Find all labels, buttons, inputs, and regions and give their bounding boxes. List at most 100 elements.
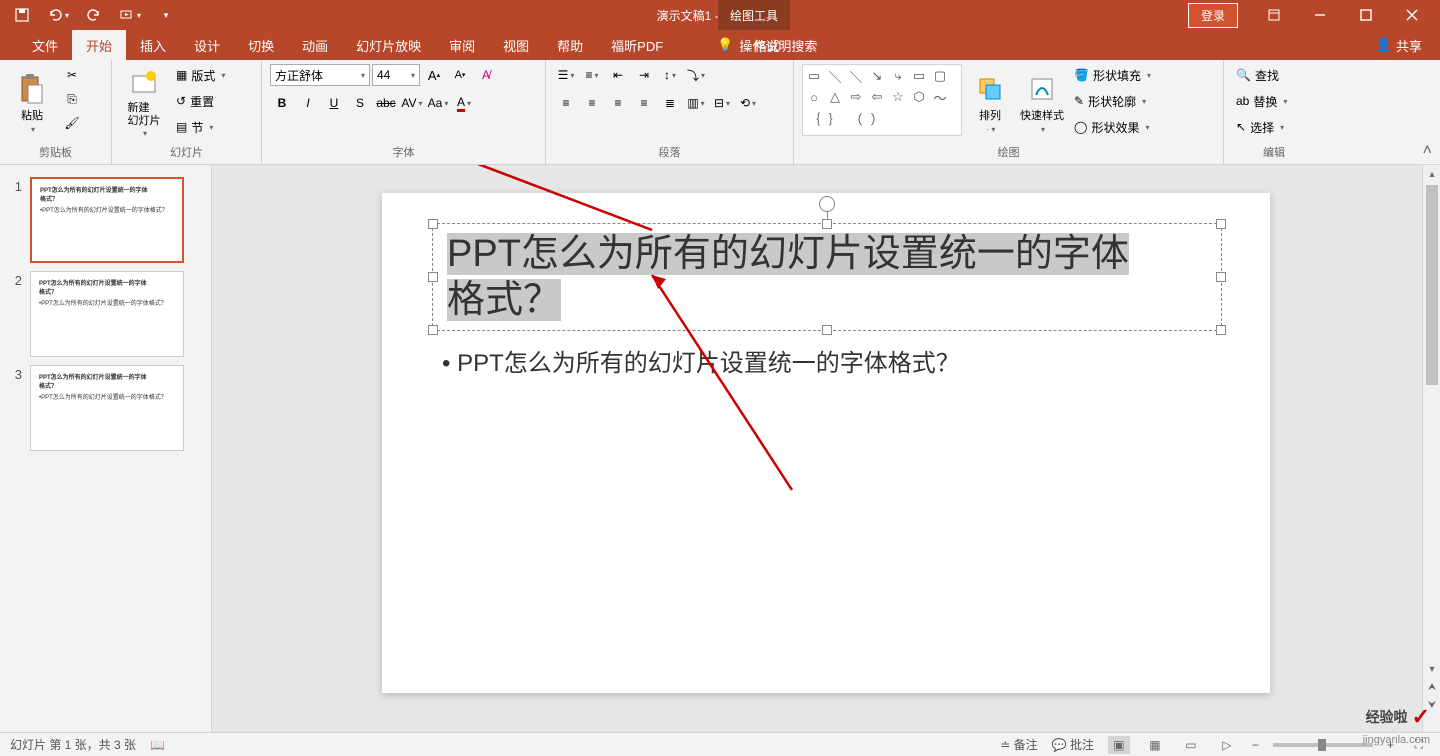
shape-line-icon[interactable]: ＼ <box>826 67 844 85</box>
start-from-beginning-icon[interactable]: ▾ <box>118 3 142 27</box>
new-slide-button[interactable]: 新建 幻灯片 ▾ <box>120 64 168 142</box>
italic-icon[interactable]: I <box>296 92 320 114</box>
thumb-row-3[interactable]: 3 PPT怎么为所有的幻灯片设置统一的字体格式？ •PPT怎么为所有的幻灯片设置… <box>0 361 211 455</box>
sorter-view-icon[interactable]: ▦ <box>1144 736 1166 754</box>
shape-connector-icon[interactable]: ⤷ <box>889 67 907 85</box>
shape-arrow3-icon[interactable]: ⇦ <box>868 88 886 106</box>
change-case-icon[interactable]: Aa▾ <box>426 92 450 114</box>
thumb-row-2[interactable]: 2 PPT怎么为所有的幻灯片设置统一的字体格式？ •PPT怎么为所有的幻灯片设置… <box>0 267 211 361</box>
distribute-icon[interactable]: ≣ <box>658 92 682 114</box>
tab-file[interactable]: 文件 <box>18 30 72 60</box>
tab-review[interactable]: 审阅 <box>435 30 489 60</box>
char-spacing-icon[interactable]: AV▾ <box>400 92 424 114</box>
text-direction-icon[interactable]: ⤵▾ <box>684 64 708 86</box>
resize-handle[interactable] <box>1216 219 1226 229</box>
font-name-combo[interactable]: 方正舒体▾ <box>270 64 370 86</box>
maximize-icon[interactable] <box>1346 3 1386 27</box>
tab-slideshow[interactable]: 幻灯片放映 <box>342 30 435 60</box>
replace-button[interactable]: ab替换▾ <box>1232 90 1291 112</box>
resize-handle[interactable] <box>428 325 438 335</box>
decrease-font-icon[interactable]: A▾ <box>448 64 472 86</box>
slide-thumbnail[interactable]: PPT怎么为所有的幻灯片设置统一的字体格式？ •PPT怎么为所有的幻灯片设置统一… <box>30 365 184 451</box>
scroll-up-icon[interactable]: ▴ <box>1423 165 1440 183</box>
shape-rect-icon[interactable]: ▭ <box>910 67 928 85</box>
normal-view-icon[interactable]: ▣ <box>1108 736 1130 754</box>
resize-handle[interactable] <box>822 325 832 335</box>
slide-thumbnail-panel[interactable]: 1 PPT怎么为所有的幻灯片设置统一的字体格式？ •PPT怎么为所有的幻灯片设置… <box>0 165 212 732</box>
slide-counter[interactable]: 幻灯片 第 1 张，共 3 张 <box>10 736 136 753</box>
align-right-icon[interactable]: ≡ <box>606 92 630 114</box>
find-button[interactable]: 🔍查找 <box>1232 64 1291 86</box>
thumb-row-1[interactable]: 1 PPT怎么为所有的幻灯片设置统一的字体格式？ •PPT怎么为所有的幻灯片设置… <box>0 173 211 267</box>
cut-icon[interactable]: ✂ <box>60 64 84 86</box>
shape-effects-button[interactable]: ◯形状效果▾ <box>1070 116 1155 138</box>
ribbon-display-options-icon[interactable] <box>1254 3 1294 27</box>
save-icon[interactable] <box>10 3 34 27</box>
font-color-icon[interactable]: A▾ <box>452 92 476 114</box>
title-text[interactable]: PPT怎么为所有的幻灯片设置统一的字体 格式？ <box>433 224 1221 331</box>
close-icon[interactable] <box>1392 3 1432 27</box>
vertical-scrollbar[interactable]: ▴ ▾ ⮝ ⮟ <box>1422 165 1440 732</box>
justify-icon[interactable]: ≡ <box>632 92 656 114</box>
tab-design[interactable]: 设计 <box>180 30 234 60</box>
shape-fill-button[interactable]: 🪣形状填充▾ <box>1070 64 1155 86</box>
slide-editor[interactable]: PPT怎么为所有的幻灯片设置统一的字体 格式？ • PPT怎么为所有的幻灯片设置… <box>212 165 1440 732</box>
collapse-ribbon-icon[interactable]: ˄ <box>1423 142 1432 160</box>
smartart-convert-icon[interactable]: ⟲▾ <box>736 92 760 114</box>
tab-animations[interactable]: 动画 <box>288 30 342 60</box>
numbering-icon[interactable]: ≡▾ <box>580 64 604 86</box>
slide-thumbnail[interactable]: PPT怎么为所有的幻灯片设置统一的字体格式？ •PPT怎么为所有的幻灯片设置统一… <box>30 177 184 263</box>
copy-icon[interactable]: ⎘ <box>60 88 84 110</box>
strikethrough-icon[interactable]: abc <box>374 92 398 114</box>
shape-gallery[interactable]: ▭ ＼ ＼ ↘ ⤷ ▭ ▢ ○ △ ⇨ ⇦ ☆ ⬡ 〜 ｛ ｝ （ ） <box>802 64 962 136</box>
reading-view-icon[interactable]: ▭ <box>1180 736 1202 754</box>
reset-button[interactable]: ↺重置 <box>172 90 229 112</box>
increase-font-icon[interactable]: A▴ <box>422 64 446 86</box>
slideshow-view-icon[interactable]: ▷ <box>1216 736 1238 754</box>
tab-insert[interactable]: 插入 <box>126 30 180 60</box>
shape-brace2-icon[interactable]: ｝ <box>826 109 844 127</box>
shape-paren2-icon[interactable]: ） <box>868 109 886 127</box>
login-button[interactable]: 登录 <box>1188 3 1238 28</box>
scroll-thumb[interactable] <box>1426 185 1438 385</box>
shape-arrow-icon[interactable]: ↘ <box>868 67 886 85</box>
shape-brace-icon[interactable]: ｛ <box>805 109 823 127</box>
zoom-out-icon[interactable]: − <box>1252 738 1259 752</box>
shape-outline-button[interactable]: ✎形状轮廓▾ <box>1070 90 1155 112</box>
prev-slide-icon[interactable]: ⮝ <box>1423 678 1440 696</box>
align-text-icon[interactable]: ⊟▾ <box>710 92 734 114</box>
qat-customize-icon[interactable]: ▾ <box>154 3 178 27</box>
resize-handle[interactable] <box>822 219 832 229</box>
tab-foxit[interactable]: 福昕PDF <box>597 30 677 60</box>
shape-rect2-icon[interactable]: ▢ <box>931 67 949 85</box>
shape-paren-icon[interactable]: （ <box>847 109 865 127</box>
spellcheck-icon[interactable]: 📖 <box>150 738 165 752</box>
notes-button[interactable]: ≐ 备注 <box>1000 736 1037 753</box>
rotate-handle[interactable] <box>819 196 835 212</box>
resize-handle[interactable] <box>428 219 438 229</box>
comments-button[interactable]: 💬 批注 <box>1052 736 1094 753</box>
resize-handle[interactable] <box>1216 325 1226 335</box>
tab-view[interactable]: 视图 <box>489 30 543 60</box>
columns-icon[interactable]: ▥▾ <box>684 92 708 114</box>
bullets-icon[interactable]: ☰▾ <box>554 64 578 86</box>
font-size-combo[interactable]: 44▾ <box>372 64 420 86</box>
layout-button[interactable]: ▦版式▾ <box>172 64 229 86</box>
format-painter-icon[interactable]: 🖌 <box>60 112 84 134</box>
underline-icon[interactable]: U <box>322 92 346 114</box>
decrease-indent-icon[interactable]: ⇤ <box>606 64 630 86</box>
tab-home[interactable]: 开始 <box>72 30 126 60</box>
shape-arrow2-icon[interactable]: ⇨ <box>847 88 865 106</box>
clear-formatting-icon[interactable]: A̸ <box>474 64 498 86</box>
tab-help[interactable]: 帮助 <box>543 30 597 60</box>
shape-triangle-icon[interactable]: △ <box>826 88 844 106</box>
increase-indent-icon[interactable]: ⇥ <box>632 64 656 86</box>
tab-format[interactable]: 格式 <box>740 30 794 60</box>
shape-line2-icon[interactable]: ＼ <box>847 67 865 85</box>
align-center-icon[interactable]: ≡ <box>580 92 604 114</box>
shape-hex-icon[interactable]: ⬡ <box>910 88 928 106</box>
zoom-slider[interactable] <box>1273 743 1373 747</box>
tab-transitions[interactable]: 切换 <box>234 30 288 60</box>
body-text[interactable]: • PPT怎么为所有的幻灯片设置统一的字体格式？ <box>442 343 960 378</box>
shape-oval-icon[interactable]: ○ <box>805 88 823 106</box>
